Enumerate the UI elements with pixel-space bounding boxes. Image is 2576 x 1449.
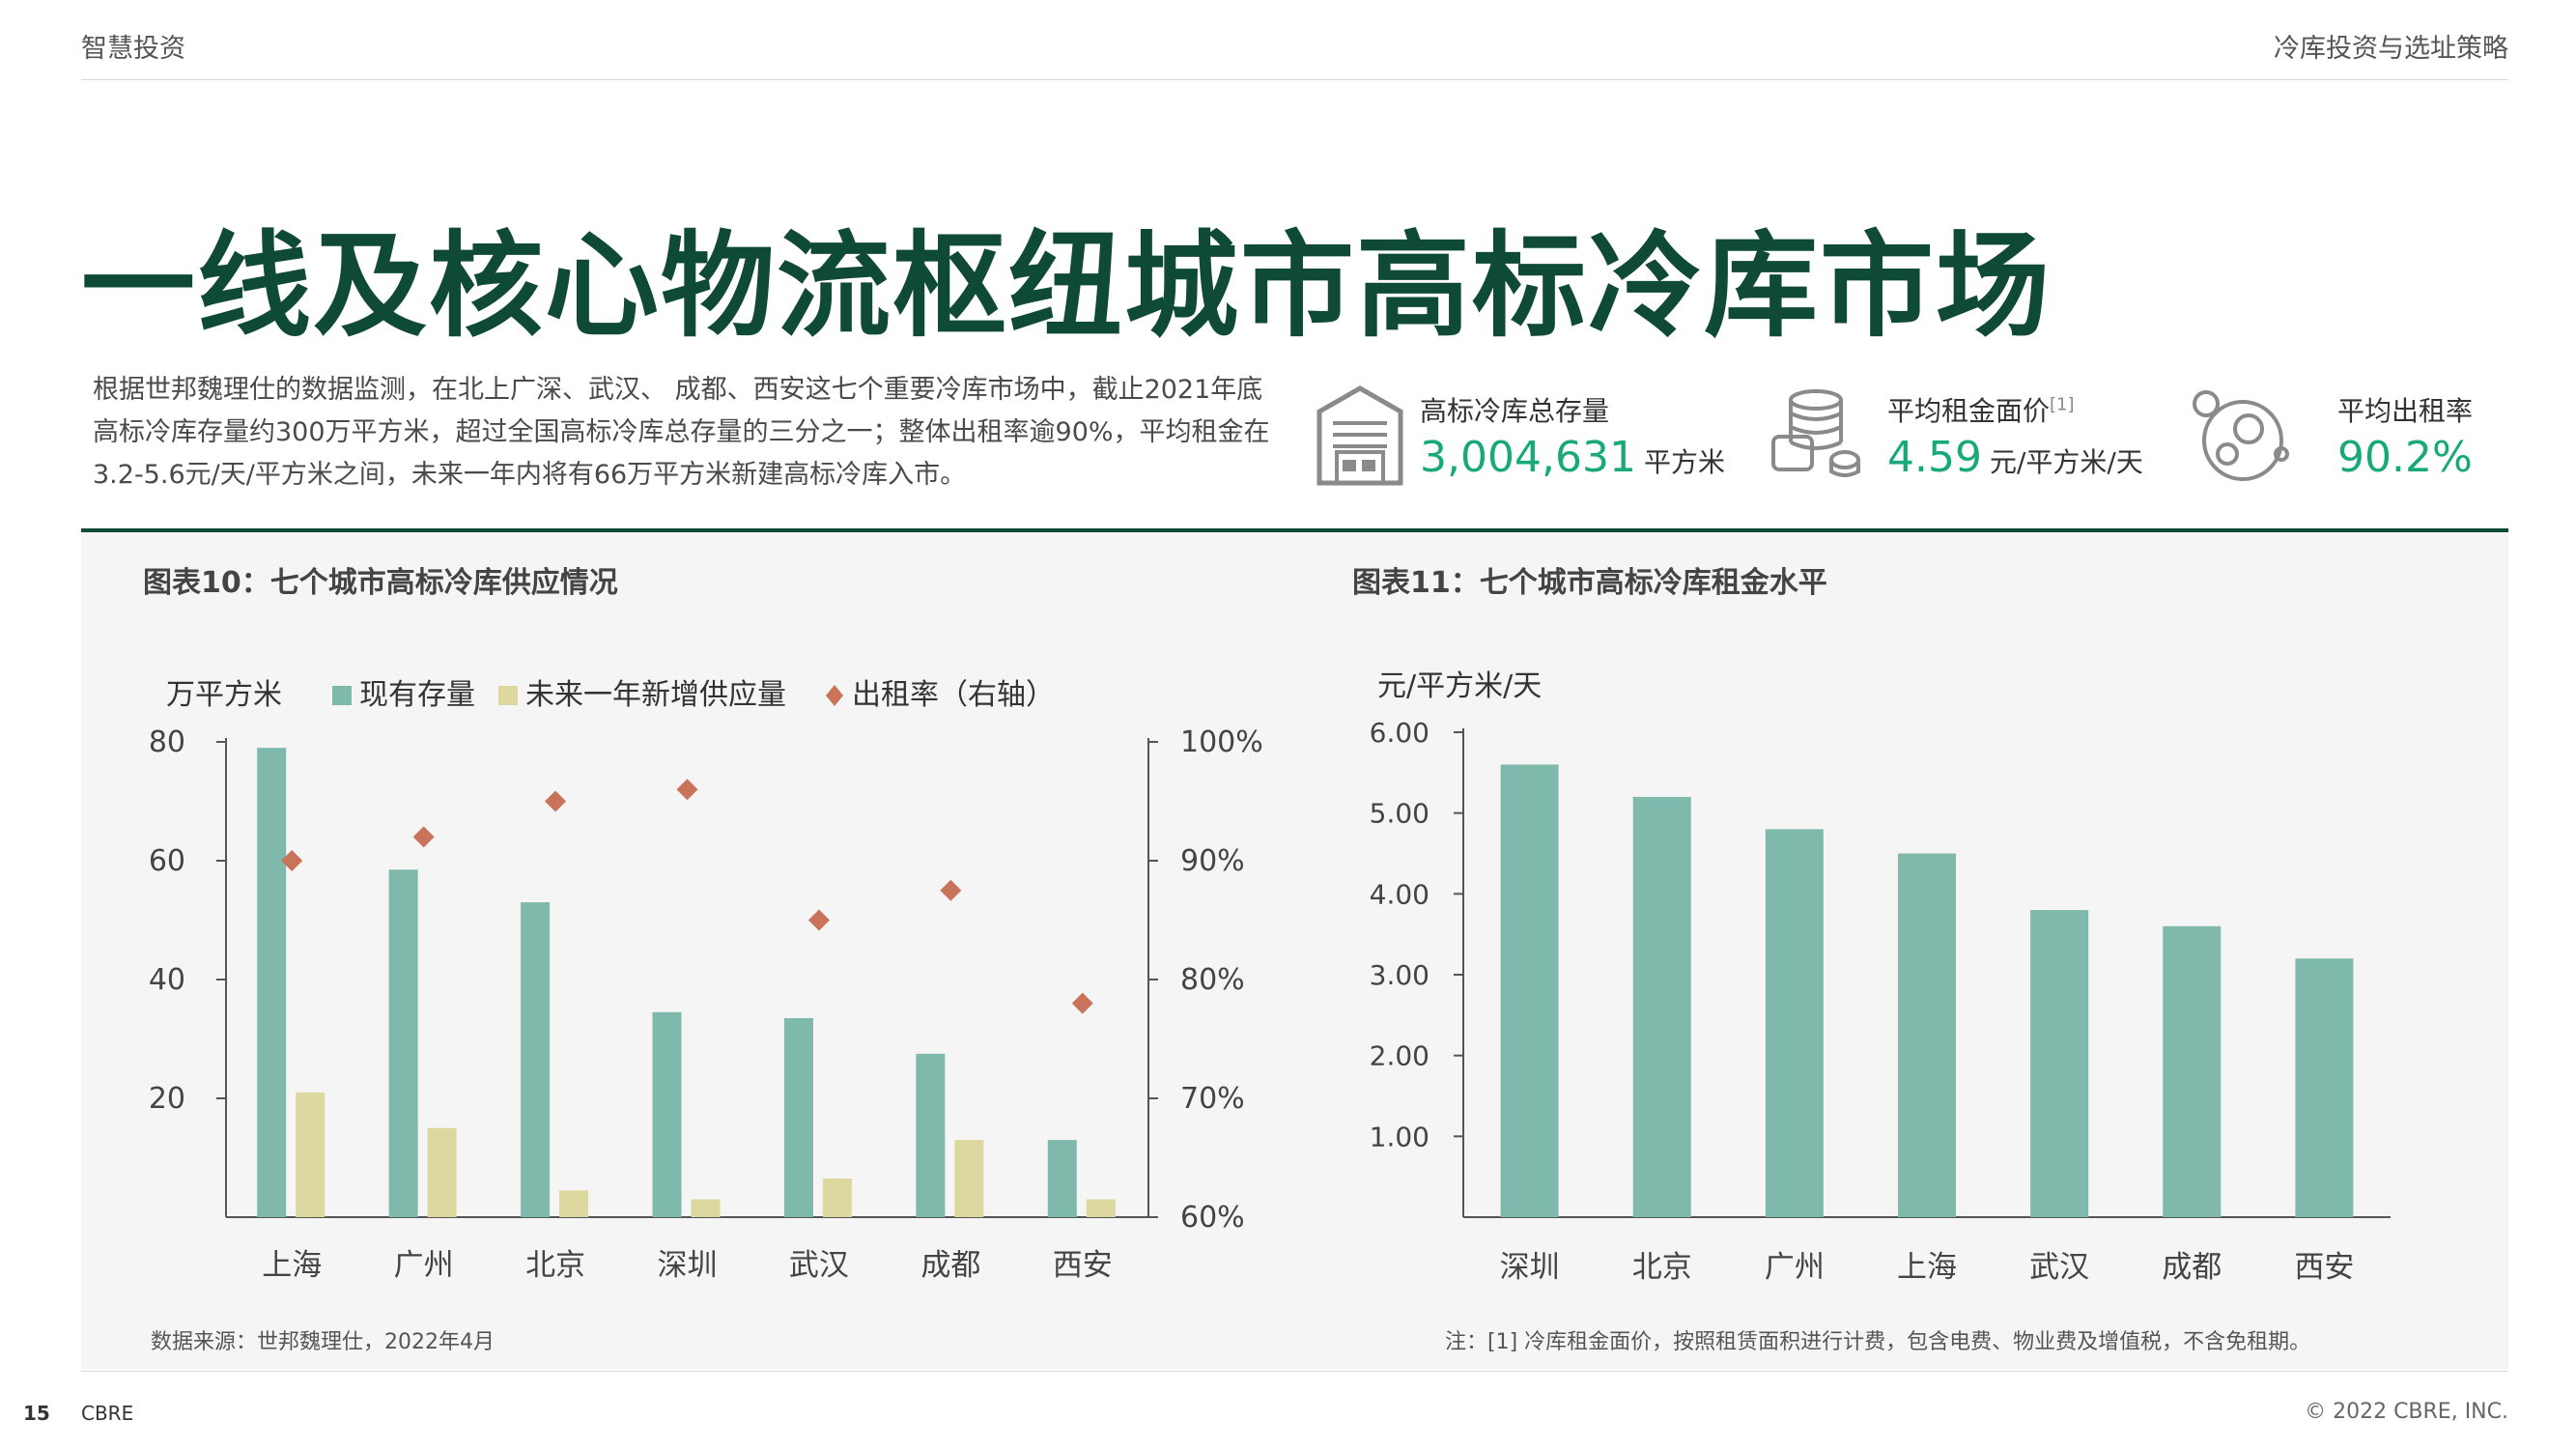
bar-new-supply [296, 1092, 326, 1217]
bar-new-supply [954, 1140, 984, 1217]
kpi-footnote-marker: [1] [2050, 394, 2075, 415]
kpi-unit: 元/平方米/天 [1989, 446, 2143, 478]
chart10-left-tick-label: 80 [149, 725, 185, 759]
kpi-total-stock: 高标冷库总存量 3,004,631 平方米 [1314, 375, 1725, 500]
warehouse-icon [1314, 383, 1406, 493]
chart10-right-tick-label: 70% [1180, 1082, 1245, 1116]
kpi-label: 高标冷库总存量 [1420, 395, 1610, 427]
bubbles-icon [2185, 383, 2293, 495]
chart11-footnote: 注：[1] 冷库租金面价，按照租赁面积进行计费，包含电费、物业费及增值税，不含免… [1445, 1330, 2311, 1354]
kpi-label: 平均租金面价[1] [1887, 390, 2075, 429]
kpi-label: 平均出租率 [2337, 395, 2474, 427]
occupancy-marker [940, 879, 962, 901]
header-report-title: 冷库投资与选址策略 [2274, 34, 2508, 64]
bar-new-supply [427, 1127, 457, 1217]
kpi-unit: 平方米 [1643, 446, 1725, 478]
chart10-left-tick-label: 20 [149, 1082, 185, 1116]
footer-brand: CBRE [81, 1402, 134, 1425]
page-title: 一线及核心物流枢纽城市高标冷库市场 [81, 218, 2052, 353]
chart11-x-label: 上海 [1897, 1250, 1957, 1285]
chart11-title: 图表11：七个城市高标冷库租金水平 [1352, 566, 1827, 600]
legend-swatch-0 [332, 686, 352, 705]
chart11-x-label: 深圳 [1500, 1250, 1560, 1285]
chart11-x-label: 西安 [2294, 1250, 2354, 1285]
chart10-x-label: 上海 [262, 1248, 322, 1283]
chart10-x-label: 西安 [1053, 1248, 1113, 1283]
bar-existing-stock [388, 869, 418, 1217]
panel-bottom-rule [81, 1371, 2508, 1372]
chart11-tick-label: 3.00 [1370, 959, 1430, 991]
bar-new-supply [559, 1190, 589, 1217]
chart10-x-label: 深圳 [658, 1248, 718, 1283]
bar-existing-stock [1047, 1140, 1077, 1217]
bar-existing-stock [521, 902, 551, 1217]
legend-label-0: 现有存量 [359, 678, 475, 712]
kpi-avg-rent: 平均租金面价[1] 4.59 元/平方米/天 [1768, 375, 2183, 500]
legend-label-2: 出租率（右轴） [852, 678, 1055, 712]
bar-existing-stock [257, 748, 287, 1217]
legend-label-1: 未来一年新增供应量 [525, 678, 786, 712]
kpi-value: 3,004,631 [1420, 433, 1636, 482]
chart10-x-label: 广州 [394, 1248, 454, 1283]
occupancy-marker [412, 826, 435, 848]
bar-rent [2030, 910, 2089, 1217]
kpi-value: 90.2% [2337, 433, 2473, 482]
chart10-ylabel: 万平方米 [166, 678, 282, 712]
chart10-supply-chart: 万平方米 现有存量 未来一年新增供应量 出租率（右轴） 80 60 40 20 100% 90% 8… [149, 678, 1263, 1283]
bar-rent [2295, 958, 2354, 1217]
chart11-x-label: 广州 [1765, 1250, 1825, 1285]
occupancy-marker [676, 779, 698, 801]
chart10-right-tick-label: 90% [1180, 844, 1245, 878]
chart10-source: 数据来源：世邦魏理仕，2022年4月 [151, 1330, 495, 1354]
bar-existing-stock [916, 1053, 946, 1217]
kpi-value-row: 4.59 元/平方米/天 [1887, 433, 2143, 482]
chart10-left-tick-label: 40 [149, 963, 185, 997]
chart10-right-tick-label: 100% [1180, 725, 1263, 759]
chart11-x-label: 武汉 [2029, 1250, 2089, 1285]
page-number: 15 [23, 1402, 50, 1425]
header-divider [81, 79, 2508, 80]
chart10-right-tick-label: 80% [1180, 963, 1245, 997]
occupancy-marker [807, 909, 830, 931]
chart10-x-label: 武汉 [789, 1248, 849, 1283]
legend-swatch-2 [826, 685, 843, 706]
bar-rent [1632, 796, 1691, 1217]
chart11-tick-label: 1.00 [1370, 1121, 1430, 1152]
intro-paragraph: 根据世邦魏理仕的数据监测，在北上广深、武汉、 成都、西安这七个重要冷库市场中，截… [93, 375, 1270, 490]
kpi-occupancy: 平均出租率 90.2% [2185, 375, 2484, 500]
occupancy-marker [545, 790, 567, 812]
chart11-tick-label: 6.00 [1370, 717, 1430, 749]
chart11-x-label: 成都 [2162, 1250, 2222, 1285]
bar-existing-stock [652, 1011, 682, 1217]
bar-rent [1898, 853, 1956, 1217]
chart11-ylabel: 元/平方米/天 [1377, 669, 1542, 703]
legend-swatch-1 [498, 686, 518, 705]
kpi-label-text: 平均租金面价 [1887, 395, 2051, 427]
chart10-x-label: 成都 [920, 1248, 980, 1283]
bar-new-supply [691, 1199, 721, 1217]
bar-rent [1500, 764, 1559, 1217]
chart10-x-label: 北京 [525, 1248, 585, 1283]
chart11-tick-label: 4.00 [1370, 878, 1430, 910]
bar-new-supply [1086, 1199, 1116, 1217]
chart10-right-tick-label: 60% [1180, 1201, 1245, 1235]
chart11-x-label: 北京 [1632, 1250, 1692, 1285]
occupancy-marker [1071, 992, 1093, 1014]
kpi-value-row: 3,004,631 平方米 [1420, 433, 1725, 482]
header-section-label: 智慧投资 [81, 34, 185, 64]
bar-existing-stock [783, 1017, 813, 1217]
chart11-rent-chart: 元/平方米/天 6.00 5.00 4.00 3.00 2.00 1.00 深圳 北京 广州 上海 武… [1370, 669, 2391, 1285]
kpi-value: 4.59 [1887, 433, 1982, 482]
coins-icon [1768, 383, 1864, 483]
kpi-value-row: 90.2% [2337, 433, 2480, 482]
chart10-title: 图表10：七个城市高标冷库供应情况 [143, 566, 618, 600]
chart10-left-tick-label: 60 [149, 844, 185, 878]
chart11-tick-label: 5.00 [1370, 798, 1430, 830]
bar-rent [2163, 925, 2222, 1217]
bar-new-supply [822, 1179, 852, 1217]
chart11-tick-label: 2.00 [1370, 1040, 1430, 1072]
bar-rent [1765, 829, 1824, 1217]
footer-copyright: © 2022 CBRE, INC. [2305, 1400, 2508, 1424]
